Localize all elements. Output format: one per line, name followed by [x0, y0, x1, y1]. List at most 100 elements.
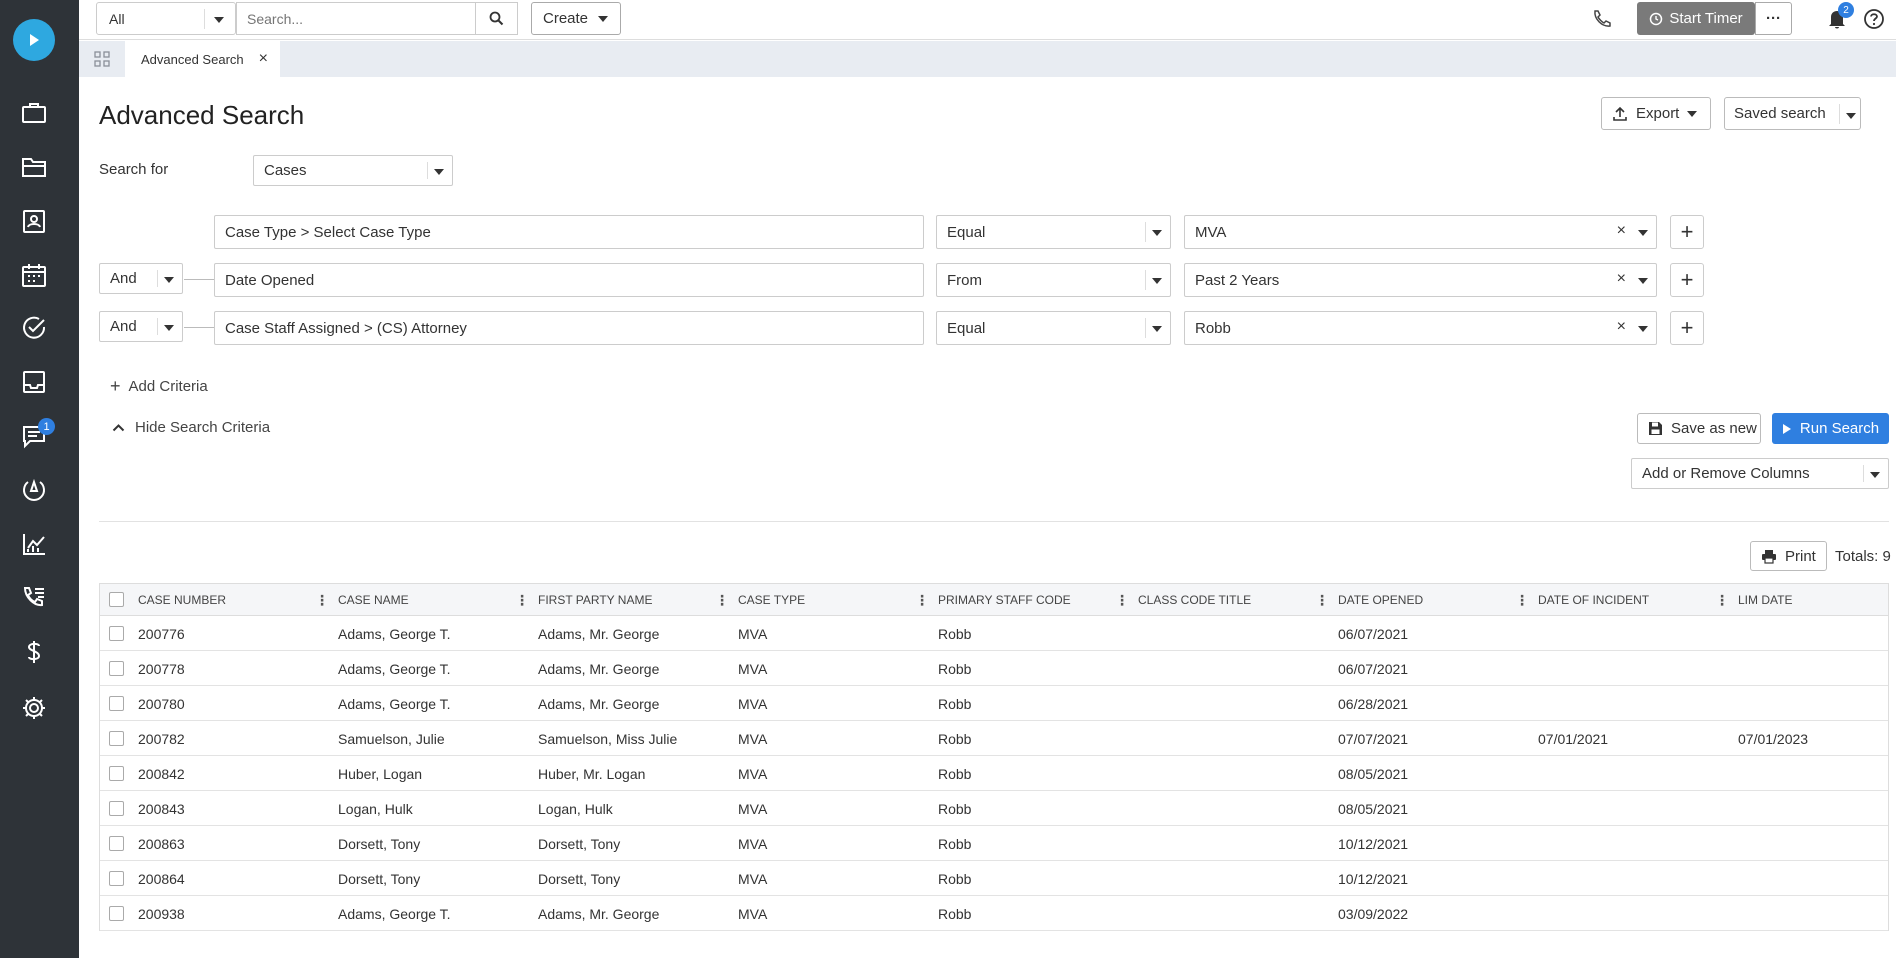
criteria-field-input[interactable]: Case Staff Assigned > (CS) Attorney	[214, 311, 924, 345]
saved-search-button[interactable]: Saved search	[1724, 97, 1861, 130]
add-criteria-row-button[interactable]: +	[1670, 215, 1704, 249]
close-icon[interactable]: ×	[259, 50, 268, 68]
criteria-field-input[interactable]: Case Type > Select Case Type	[214, 215, 924, 249]
table-row[interactable]: 200842 Huber, Logan Huber, Mr. Logan MVA Rob…	[100, 756, 1888, 791]
table-cell[interactable]: 200842	[138, 756, 185, 791]
column-header[interactable]: CASE NUMBER	[138, 584, 226, 616]
search-for-select[interactable]: Cases	[253, 155, 453, 186]
row-checkbox[interactable]	[109, 731, 124, 746]
table-row[interactable]: 200863 Dorsett, Tony Dorsett, Tony MVA Robb 1…	[100, 826, 1888, 861]
table-row[interactable]: 200864 Dorsett, Tony Dorsett, Tony MVA Robb 1…	[100, 861, 1888, 896]
create-button[interactable]: Create	[531, 2, 621, 35]
table-cell[interactable]: 200778	[138, 651, 185, 686]
column-menu-icon[interactable]: ⋮	[915, 592, 929, 609]
row-checkbox[interactable]	[109, 766, 124, 781]
add-criteria-row-button[interactable]: +	[1670, 263, 1704, 297]
row-checkbox[interactable]	[109, 696, 124, 711]
column-header[interactable]: PRIMARY STAFF CODE	[938, 584, 1071, 616]
export-button[interactable]: Export	[1601, 97, 1711, 130]
contacts-icon[interactable]	[18, 205, 50, 237]
criteria-field-input[interactable]: Date Opened	[214, 263, 924, 297]
row-checkbox[interactable]	[109, 871, 124, 886]
phone-icon[interactable]	[1592, 9, 1612, 33]
clear-icon[interactable]: ×	[1617, 318, 1626, 336]
column-menu-icon[interactable]: ⋮	[1315, 592, 1329, 609]
criteria-value-select[interactable]: Past 2 Years ×	[1184, 263, 1657, 297]
search-scope-select[interactable]: All	[96, 2, 236, 35]
search-for-label: Search for	[99, 161, 169, 178]
column-menu-icon[interactable]: ⋮	[1715, 592, 1729, 609]
run-search-button[interactable]: Run Search	[1772, 413, 1889, 444]
select-all-checkbox[interactable]	[109, 592, 124, 607]
column-header[interactable]: DATE OPENED	[1338, 584, 1423, 616]
tasks-check-icon[interactable]	[18, 312, 50, 344]
criteria-operator-select[interactable]: From	[936, 263, 1171, 297]
table-row[interactable]: 200776 Adams, George T. Adams, Mr. George M…	[100, 616, 1888, 651]
folder-icon[interactable]	[18, 151, 50, 183]
clear-icon[interactable]: ×	[1617, 222, 1626, 240]
criteria-value-select[interactable]: Robb ×	[1184, 311, 1657, 345]
add-criteria-row-button[interactable]: +	[1670, 311, 1704, 345]
column-menu-icon[interactable]: ⋮	[315, 592, 329, 609]
global-search-input[interactable]	[237, 3, 475, 34]
table-row[interactable]: 200780 Adams, George T. Adams, Mr. George M…	[100, 686, 1888, 721]
column-header[interactable]: FIRST PARTY NAME	[538, 584, 652, 616]
table-row[interactable]: 200778 Adams, George T. Adams, Mr. George M…	[100, 651, 1888, 686]
row-checkbox[interactable]	[109, 626, 124, 641]
table-cell[interactable]: 200864	[138, 861, 185, 896]
criteria-conjunction-select[interactable]: And	[99, 263, 183, 294]
table-cell: 08/05/2021	[1338, 765, 1409, 782]
column-header[interactable]: DATE OF INCIDENT	[1538, 584, 1649, 616]
table-cell[interactable]: 200863	[138, 826, 185, 861]
row-checkbox[interactable]	[109, 661, 124, 676]
table-cell[interactable]: 200776	[138, 616, 185, 651]
play-logo-icon[interactable]	[13, 19, 55, 61]
clear-icon[interactable]: ×	[1617, 270, 1626, 288]
hide-search-criteria-link[interactable]: Hide Search Criteria	[112, 419, 270, 436]
column-header[interactable]: CLASS CODE TITLE	[1138, 584, 1251, 616]
hide-criteria-label: Hide Search Criteria	[135, 419, 271, 436]
save-as-new-button[interactable]: Save as new	[1637, 413, 1761, 444]
row-checkbox[interactable]	[109, 801, 124, 816]
row-checkbox[interactable]	[109, 906, 124, 921]
call-log-icon[interactable]	[18, 582, 50, 614]
add-remove-columns-label: Add or Remove Columns	[1642, 465, 1810, 482]
criteria-conjunction-select[interactable]: And	[99, 311, 183, 342]
add-criteria-link[interactable]: + Add Criteria	[110, 376, 208, 397]
column-header[interactable]: LIM DATE	[1738, 584, 1792, 616]
criteria-operator-value: Equal	[947, 223, 986, 241]
criteria-operator-select[interactable]: Equal	[936, 311, 1171, 345]
start-timer-button[interactable]: Start Timer	[1637, 2, 1755, 35]
grid-apps-icon[interactable]	[79, 41, 124, 77]
help-icon[interactable]	[1863, 8, 1885, 34]
table-cell[interactable]: 200782	[138, 721, 185, 756]
add-remove-columns-select[interactable]: Add or Remove Columns	[1631, 458, 1889, 489]
column-header[interactable]: CASE NAME	[338, 584, 409, 616]
column-header[interactable]: CASE TYPE	[738, 584, 805, 616]
tab-advanced-search[interactable]: Advanced Search ×	[125, 41, 280, 77]
intake-icon[interactable]	[18, 474, 50, 506]
table-row[interactable]: 200782 Samuelson, Julie Samuelson, Miss Ju…	[100, 721, 1888, 756]
more-options-button[interactable]: ···	[1755, 2, 1792, 35]
briefcase-icon[interactable]	[18, 97, 50, 129]
criteria-value-select[interactable]: MVA ×	[1184, 215, 1657, 249]
row-checkbox[interactable]	[109, 836, 124, 851]
table-cell[interactable]: 200938	[138, 896, 185, 931]
calendar-icon[interactable]	[18, 259, 50, 291]
column-menu-icon[interactable]: ⋮	[715, 592, 729, 609]
table-row[interactable]: 200843 Logan, Hulk Logan, Hulk MVA Robb 08/05…	[100, 791, 1888, 826]
table-row[interactable]: 200938 Adams, George T. Adams, Mr. George M…	[100, 896, 1888, 931]
criteria-field-value: Case Type > Select Case Type	[225, 223, 431, 241]
column-menu-icon[interactable]: ⋮	[1115, 592, 1129, 609]
inbox-icon[interactable]	[18, 366, 50, 398]
table-cell[interactable]: 200843	[138, 791, 185, 826]
reports-chart-icon[interactable]	[18, 528, 50, 560]
billing-dollar-icon[interactable]	[18, 636, 50, 668]
table-cell[interactable]: 200780	[138, 686, 185, 721]
settings-gear-icon[interactable]	[18, 692, 50, 724]
column-menu-icon[interactable]: ⋮	[515, 592, 529, 609]
column-menu-icon[interactable]: ⋮	[1515, 592, 1529, 609]
print-button[interactable]: Print	[1750, 541, 1827, 571]
search-button[interactable]	[476, 2, 518, 35]
criteria-operator-select[interactable]: Equal	[936, 215, 1171, 249]
